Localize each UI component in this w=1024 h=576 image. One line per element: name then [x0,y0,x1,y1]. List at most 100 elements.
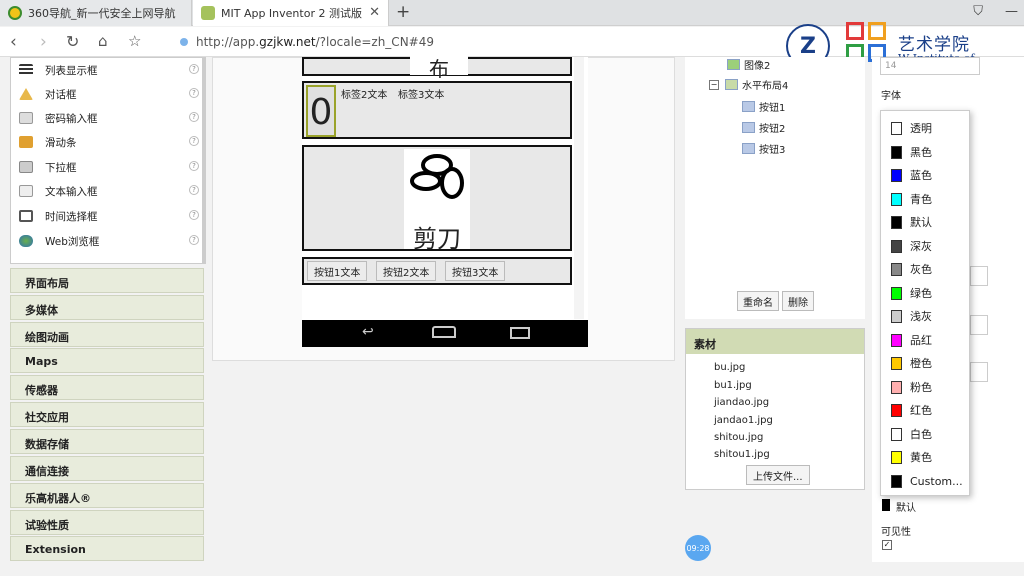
category-social[interactable]: 社交应用 [10,402,204,427]
help-icon[interactable]: ? [189,210,199,220]
help-icon[interactable]: ? [189,161,199,171]
color-option[interactable]: 黑色 [891,142,932,162]
tree-node-button1[interactable]: 按钮1 [742,99,785,114]
star-icon[interactable]: ☆ [128,32,141,50]
color-name: 红色 [910,404,932,417]
palette-item-webviewer[interactable]: Web浏览框 ? [19,231,201,251]
property-input[interactable] [970,266,988,286]
category-layout[interactable]: 界面布局 [10,268,204,293]
tab-app-inventor[interactable]: MIT App Inventor 2 测试版 ✕ [193,0,389,26]
minimize-icon[interactable]: — [1005,4,1018,19]
globe-icon [19,235,33,247]
window-controls: ⛉ — [973,4,1018,19]
reload-icon[interactable]: ↻ [66,32,79,51]
color-option[interactable]: 绿色 [891,283,932,303]
color-option[interactable]: 红色 [891,400,932,420]
visible-checkbox[interactable]: ✓ [882,540,892,550]
palette-item-timepicker[interactable]: 时间选择框 ? [19,206,201,226]
category-experimental[interactable]: 试验性质 [10,510,204,535]
palette-item-notifier[interactable]: 对话框 ? [19,84,201,104]
font-size-field[interactable]: 14 [880,57,980,75]
color-option[interactable]: 黄色 [891,447,932,467]
category-sensors[interactable]: 传感器 [10,375,204,400]
category-extension[interactable]: Extension [10,536,204,561]
new-tab-icon[interactable]: + [396,2,410,22]
color-name: 深灰 [910,240,932,253]
tree-node-button3[interactable]: 按钮3 [742,141,785,156]
color-option[interactable]: 粉色 [891,377,932,397]
tree-node-image2[interactable]: 图像2 [727,57,770,72]
color-name: 青色 [910,193,932,206]
color-option[interactable]: 白色 [891,424,932,444]
collapse-icon[interactable]: − [709,79,719,90]
help-icon[interactable]: ? [189,64,199,74]
color-option[interactable]: 默认 [891,212,932,232]
palette-item-spinner[interactable]: 下拉框 ? [19,157,201,177]
delete-button[interactable]: 删除 [782,291,814,311]
url-suffix: /?locale=zh_CN#49 [315,35,434,49]
forward-icon[interactable]: › [40,32,47,52]
shirt-icon[interactable]: ⛉ [973,4,983,19]
media-file[interactable]: jandao1.jpg [714,415,773,426]
color-option[interactable]: 灰色 [891,259,932,279]
color-option[interactable]: 透明 [891,118,932,138]
color-swatch [891,309,902,323]
help-icon[interactable]: ? [189,235,199,245]
button3[interactable]: 按钮3文本 [445,261,506,281]
color-name: 黑色 [910,146,932,159]
score-row: 0 标签2文本 标签3文本 [302,81,572,139]
score-label[interactable]: 0 [306,85,336,137]
upload-file-button[interactable]: 上传文件... [746,465,810,485]
color-option[interactable]: Custom... [891,471,963,491]
color-option[interactable]: 蓝色 [891,165,932,185]
close-tab-icon[interactable]: ✕ [369,5,380,20]
category-storage[interactable]: 数据存储 [10,429,204,454]
property-input[interactable] [970,315,988,335]
color-option[interactable]: 青色 [891,189,932,209]
media-panel: 素材 bu.jpg bu1.jpg jiandao.jpg jandao1.jp… [685,328,865,490]
button2[interactable]: 按钮2文本 [376,261,437,281]
help-icon[interactable]: ? [189,112,199,122]
media-file[interactable]: bu1.jpg [714,380,752,391]
phone-scrollbar[interactable] [574,57,584,319]
media-file[interactable]: jiandao.jpg [714,397,769,408]
color-option[interactable]: 品红 [891,330,932,350]
palette-item-textbox[interactable]: 文本输入框 ? [19,181,201,201]
help-icon[interactable]: ? [189,136,199,146]
scissors-image[interactable]: 剪刀 [404,149,470,253]
back-icon[interactable]: ‹ [10,32,17,52]
app-inventor-icon [201,6,215,20]
tab-360[interactable]: 360导航_新一代安全上网导航 [0,0,192,26]
category-drawing[interactable]: 绘图动画 [10,322,204,347]
home-icon[interactable]: ⌂ [98,32,108,50]
color-option[interactable]: 橙色 [891,353,932,373]
text-color-value[interactable]: 默认 [896,499,916,514]
home-nav-icon [432,326,456,338]
palette-item-listview[interactable]: 列表显示框 ? [19,60,201,80]
text-color-swatch[interactable] [882,499,890,511]
button1[interactable]: 按钮1文本 [307,261,368,281]
color-option[interactable]: 深灰 [891,236,932,256]
category-connectivity[interactable]: 通信连接 [10,456,204,481]
tree-node-hlayout4[interactable]: − 水平布局4 [709,77,788,92]
tree-node-button2[interactable]: 按钮2 [742,120,785,135]
help-icon[interactable]: ? [189,88,199,98]
color-option[interactable]: 浅灰 [891,306,932,326]
palette-item-slider[interactable]: 滑动条 ? [19,132,201,152]
palette-item-password[interactable]: 密码输入框 ? [19,108,201,128]
category-media[interactable]: 多媒体 [10,295,204,320]
color-name: 默认 [910,216,932,229]
category-maps[interactable]: Maps [10,348,204,373]
category-lego[interactable]: 乐高机器人® [10,483,204,508]
font-label: 字体 [881,91,901,102]
media-file[interactable]: shitou.jpg [714,432,763,443]
help-icon[interactable]: ? [189,185,199,195]
url-field[interactable]: http://app.gzjkw.net/?locale=zh_CN#49 [196,35,434,49]
property-input[interactable] [970,362,988,382]
color-name: 橙色 [910,357,932,370]
media-file[interactable]: shitou1.jpg [714,449,770,460]
color-swatch [891,262,902,276]
rename-button[interactable]: 重命名 [737,291,779,311]
media-file[interactable]: bu.jpg [714,362,745,373]
palette-scrollbar[interactable] [202,57,206,264]
